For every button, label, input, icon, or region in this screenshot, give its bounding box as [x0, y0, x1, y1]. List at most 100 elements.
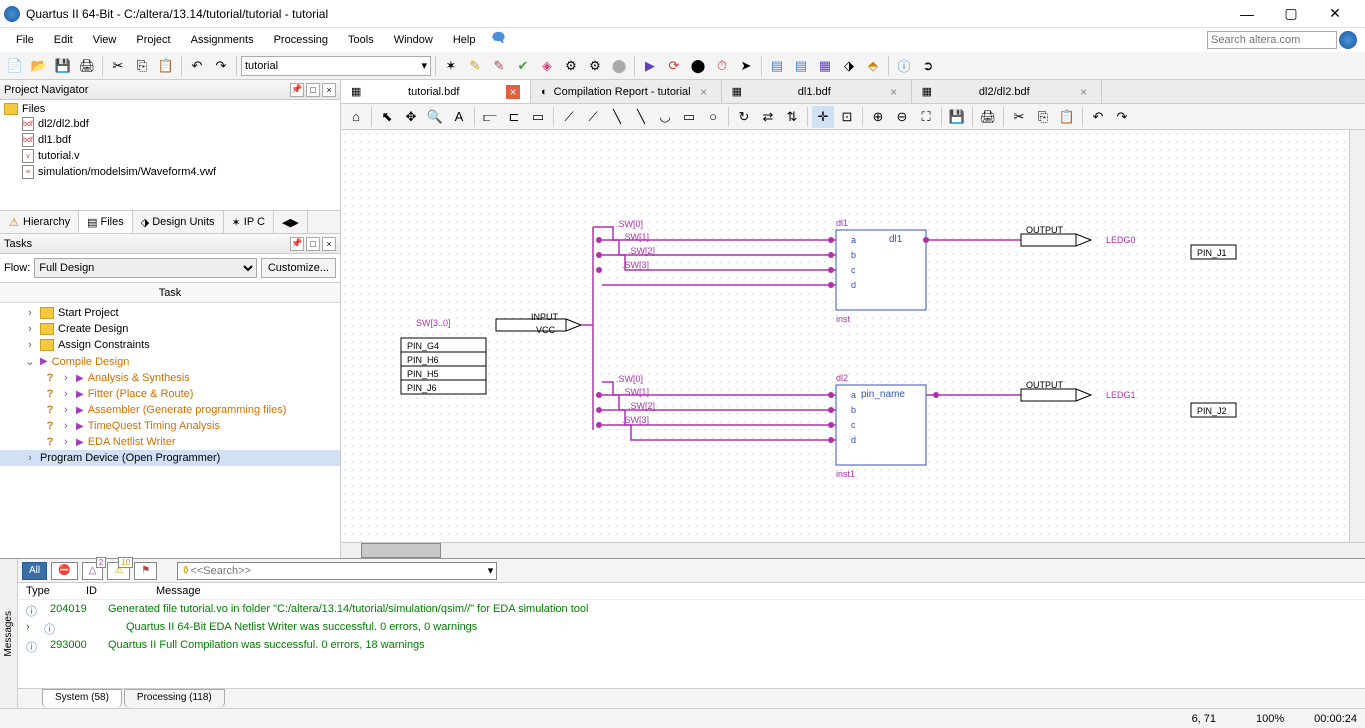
file-item[interactable]: bdfdl1.bdf: [22, 132, 336, 148]
task-item[interactable]: ⌄▶Compile Design: [0, 353, 340, 370]
vertical-scrollbar[interactable]: [1349, 130, 1365, 542]
expand-icon[interactable]: ›: [60, 420, 72, 432]
help-icon[interactable]: 🗬: [487, 29, 509, 51]
tab-files[interactable]: ▤Files: [79, 211, 133, 233]
rect-icon[interactable]: ▭: [678, 106, 700, 128]
messages-side-tab[interactable]: Messages: [0, 559, 18, 708]
tb-icon-10[interactable]: ⬤: [687, 55, 709, 77]
new-icon[interactable]: 📄: [4, 55, 26, 77]
menu-assignments[interactable]: Assignments: [183, 31, 262, 49]
stop-icon[interactable]: ⬤: [608, 55, 630, 77]
close-icon[interactable]: ×: [1077, 85, 1091, 99]
bus-icon[interactable]: ⟋: [582, 106, 604, 128]
zoom-out-icon[interactable]: ⊖: [891, 106, 913, 128]
undo-icon[interactable]: ↶: [1087, 106, 1109, 128]
doc-tab-dl2[interactable]: ▦dl2/dl2.bdf×: [912, 80, 1102, 103]
filter-error[interactable]: ⛔: [51, 562, 77, 580]
task-item[interactable]: ›Start Project: [0, 305, 340, 321]
tb-icon-3[interactable]: ✎: [488, 55, 510, 77]
tb-icon-5[interactable]: ◈: [536, 55, 558, 77]
select-icon[interactable]: ⬉: [376, 106, 398, 128]
task-item[interactable]: ?›▶TimeQuest Timing Analysis: [0, 418, 340, 434]
tab-scroll[interactable]: ◀▶: [274, 211, 308, 233]
diag-icon[interactable]: ╲: [630, 106, 652, 128]
task-item[interactable]: ›Create Design: [0, 321, 340, 337]
pin-icon[interactable]: 📌: [290, 237, 304, 251]
rubber-icon[interactable]: ✛: [812, 106, 834, 128]
tb-icon-1[interactable]: ✶: [440, 55, 462, 77]
expand-icon[interactable]: ⌄: [24, 355, 36, 368]
close-icon[interactable]: ×: [887, 85, 901, 99]
zoom-in-icon[interactable]: ⊕: [867, 106, 889, 128]
expand-icon[interactable]: ›: [60, 372, 72, 384]
cut-icon[interactable]: ✂: [107, 55, 129, 77]
redo-icon[interactable]: ↷: [210, 55, 232, 77]
oval-icon[interactable]: ○: [702, 106, 724, 128]
file-item[interactable]: vtutorial.v: [22, 148, 336, 164]
menu-tools[interactable]: Tools: [340, 31, 382, 49]
tab-processing[interactable]: Processing (118): [124, 689, 225, 708]
arc-icon[interactable]: ◡: [654, 106, 676, 128]
pin-icon[interactable]: ⊏: [503, 106, 525, 128]
info-icon[interactable]: ⓘ: [893, 55, 915, 77]
maximize-button[interactable]: ▢: [1277, 4, 1305, 24]
tab-design-units[interactable]: ⬗Design Units: [133, 211, 224, 233]
message-search[interactable]: ⚱▾: [177, 562, 497, 580]
tb-icon-12[interactable]: ➤: [735, 55, 757, 77]
message-row[interactable]: ›ⓘQuartus II 64-Bit EDA Netlist Writer w…: [26, 620, 1357, 638]
wire-icon[interactable]: ⟋: [558, 106, 580, 128]
close-icon[interactable]: ×: [506, 85, 520, 99]
panel-close-icon[interactable]: ×: [322, 237, 336, 251]
paste-icon[interactable]: 📋: [155, 55, 177, 77]
zoom-icon[interactable]: 🔍: [424, 106, 446, 128]
undo-icon[interactable]: ↶: [186, 55, 208, 77]
expand-icon[interactable]: ›: [60, 388, 72, 400]
text-icon[interactable]: A: [448, 106, 470, 128]
timer-icon[interactable]: ⏱: [711, 55, 733, 77]
tb-icon-17[interactable]: ⬘: [862, 55, 884, 77]
expand-icon[interactable]: ›: [60, 436, 72, 448]
filter-all[interactable]: All: [22, 562, 47, 580]
globe-icon[interactable]: [1339, 31, 1357, 49]
project-select[interactable]: tutorial▾: [241, 56, 431, 76]
copy-icon[interactable]: ⎘: [1032, 106, 1054, 128]
doc-tab-report[interactable]: ◐Compilation Report - tutorial×: [531, 80, 722, 103]
menu-window[interactable]: Window: [386, 31, 441, 49]
tb-icon-7[interactable]: ⚙: [584, 55, 606, 77]
cut-icon[interactable]: ✂: [1008, 106, 1030, 128]
expand-icon[interactable]: ›: [24, 323, 36, 335]
home-icon[interactable]: ⌂: [345, 106, 367, 128]
save-icon[interactable]: 💾: [946, 106, 968, 128]
close-icon[interactable]: ×: [697, 85, 711, 99]
gate-icon[interactable]: ⫍: [479, 106, 501, 128]
expand-icon[interactable]: ›: [60, 404, 72, 416]
filter-critical[interactable]: △2: [82, 562, 104, 580]
line-icon[interactable]: ╲: [606, 106, 628, 128]
menu-processing[interactable]: Processing: [266, 31, 336, 49]
menu-view[interactable]: View: [85, 31, 125, 49]
block-icon[interactable]: ▭: [527, 106, 549, 128]
tb-icon-9[interactable]: ⟳: [663, 55, 685, 77]
message-row[interactable]: ⓘ293000Quartus II Full Compilation was s…: [26, 638, 1357, 656]
chip-icon[interactable]: ▦: [814, 55, 836, 77]
flip-h-icon[interactable]: ⇄: [757, 106, 779, 128]
print-icon[interactable]: 🖨: [76, 55, 98, 77]
search-input[interactable]: [1207, 31, 1337, 49]
copy-icon[interactable]: ⎘: [131, 55, 153, 77]
task-item[interactable]: ?›▶Fitter (Place & Route): [0, 386, 340, 402]
pin-icon[interactable]: 📌: [290, 83, 304, 97]
panel-max-icon[interactable]: □: [306, 83, 320, 97]
panel-max-icon[interactable]: □: [306, 237, 320, 251]
customize-button[interactable]: Customize...: [261, 258, 336, 278]
close-button[interactable]: ✕: [1321, 4, 1349, 24]
expand-icon[interactable]: ›: [24, 307, 36, 319]
task-item[interactable]: ?›▶Analysis & Synthesis: [0, 370, 340, 386]
message-row[interactable]: ⓘ204019Generated file tutorial.vo in fol…: [26, 602, 1357, 620]
tb-icon-19[interactable]: ➲: [917, 55, 939, 77]
filter-flag[interactable]: ⚑: [134, 562, 157, 580]
task-item[interactable]: ?›▶Assembler (Generate programming files…: [0, 402, 340, 418]
task-item[interactable]: ›Assign Constraints: [0, 337, 340, 353]
doc-tab-tutorial[interactable]: ▦tutorial.bdf×: [341, 80, 531, 103]
flip-v-icon[interactable]: ⇅: [781, 106, 803, 128]
file-root[interactable]: Files: [4, 102, 336, 116]
